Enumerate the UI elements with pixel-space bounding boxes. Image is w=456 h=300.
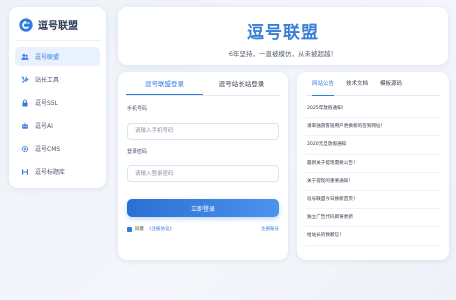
sidebar-item-cms[interactable]: 逗号CMS: [15, 139, 100, 158]
tab-tech-docs[interactable]: 技术文档: [346, 72, 368, 96]
hero-header: 逗号联盟 6年坚持，一直被模仿，从未被超越！: [118, 7, 448, 65]
login-footer: 同意 《注册协议》 注册账号: [127, 226, 279, 232]
agree-checkbox[interactable]: [127, 226, 132, 232]
sidebar-item-label: 逗号AI: [35, 123, 53, 130]
sidebar-item-label: 逗号CMS: [35, 146, 61, 153]
login-button[interactable]: 立即登录: [127, 199, 279, 217]
agreement-link[interactable]: 《注册协议》: [147, 226, 174, 232]
tab-webmaster-login[interactable]: 逗号站长站登录: [203, 72, 280, 95]
gear-icon: [21, 145, 29, 153]
tools-icon: [21, 75, 29, 84]
password-label: 登录密码: [127, 148, 148, 155]
list-item[interactable]: 独立广告代码即将更新: [306, 209, 440, 228]
notice-tabs: 网站公告 技术文档 模板源码: [306, 72, 440, 96]
sidebar: 逗号联盟 逗号联盟 站长工具 逗号SSL 逗号AI 逗号CMS 逗号标题库: [9, 7, 106, 188]
login-card: 逗号联盟登录 逗号站长站登录 手机号码 登录密码 立即登录 同意 《注册协议》 …: [118, 72, 288, 260]
lock-icon: [21, 99, 29, 107]
phone-input[interactable]: [127, 122, 279, 140]
heading-icon: [21, 168, 29, 176]
list-item[interactable]: 2025年放假通知！: [306, 100, 440, 119]
logo-icon: [19, 17, 33, 32]
sidebar-item-titles[interactable]: 逗号标题库: [15, 162, 100, 181]
sidebar-nav: 逗号联盟 站长工具 逗号SSL 逗号AI 逗号CMS 逗号标题库: [15, 47, 100, 181]
register-link[interactable]: 注册账号: [261, 226, 279, 232]
list-item[interactable]: 逗号联盟今日换新首页！: [306, 191, 440, 210]
login-tabs: 逗号联盟登录 逗号站长站登录: [126, 72, 280, 96]
tab-league-login[interactable]: 逗号联盟登录: [126, 72, 203, 95]
robot-icon: [21, 122, 29, 130]
list-item[interactable]: 最新关于提现需要公告！: [306, 155, 440, 173]
agree-text: 同意: [135, 227, 144, 232]
tab-templates[interactable]: 模板源码: [380, 72, 402, 96]
tab-announcements[interactable]: 网站公告: [312, 72, 335, 96]
list-item[interactable]: 2020元旦放假通知: [306, 136, 440, 155]
sidebar-item-league[interactable]: 逗号联盟: [15, 47, 100, 66]
users-icon: [21, 53, 29, 61]
page-subtitle: 6年坚持，一直被模仿，从未被超越！: [228, 50, 338, 58]
notice-list: 2025年放假通知！ 请率独游客链用户更换新的签到网址！ 2020元旦放假通知 …: [306, 100, 440, 246]
agreement: 同意 《注册协议》: [127, 226, 174, 232]
list-item[interactable]: 关于提现的重要通知！: [306, 173, 440, 191]
brand[interactable]: 逗号联盟: [15, 15, 100, 41]
sidebar-item-label: 逗号标题库: [35, 169, 66, 176]
sidebar-item-label: 站长工具: [35, 77, 60, 84]
page-title: 逗号联盟: [247, 23, 319, 43]
sidebar-item-ssl[interactable]: 逗号SSL: [15, 93, 100, 112]
sidebar-item-label: 逗号联盟: [35, 54, 60, 61]
brand-name: 逗号联盟: [38, 21, 78, 32]
list-item[interactable]: 给站长的致歉信！: [306, 227, 440, 246]
phone-label: 手机号码: [127, 106, 148, 112]
sidebar-item-label: 逗号SSL: [35, 100, 58, 107]
notices-card: 网站公告 技术文档 模板源码 2025年放假通知！ 请率独游客链用户更换新的签到…: [297, 72, 449, 260]
sidebar-item-ai[interactable]: 逗号AI: [15, 116, 100, 135]
sidebar-item-tools[interactable]: 站长工具: [15, 70, 100, 89]
list-item[interactable]: 请率独游客链用户更换新的签到网址！: [306, 118, 440, 137]
password-input[interactable]: [127, 165, 279, 182]
